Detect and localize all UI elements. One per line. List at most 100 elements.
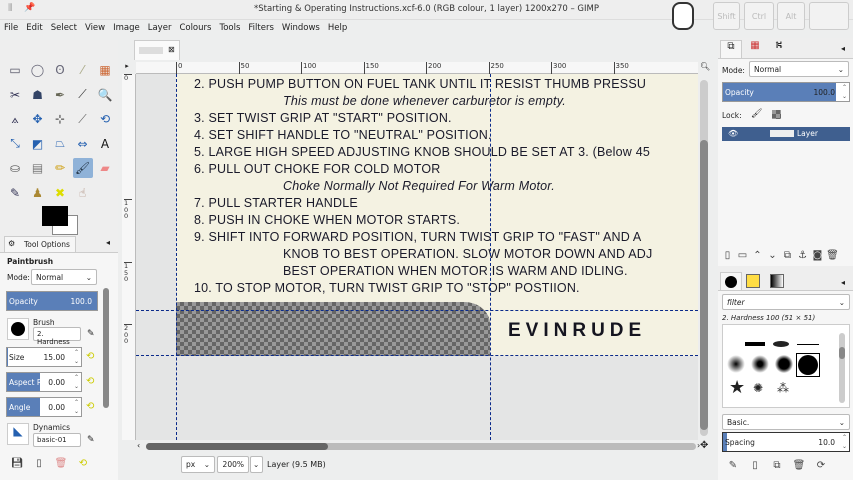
dynamics-icon[interactable]: ◣: [7, 423, 29, 445]
canvas[interactable]: 2. PUSH PUMP BUTTON ON FUEL TANK UNTIL I…: [136, 74, 698, 440]
shear-icon[interactable]: ◩: [28, 134, 48, 154]
fuzzy-select-icon[interactable]: ⁄: [73, 60, 93, 80]
unit-select[interactable]: px ⌄: [181, 456, 215, 473]
duplicate-brush-icon[interactable]: ⧉: [766, 460, 788, 471]
tab-brushes[interactable]: [720, 272, 742, 290]
mode-select[interactable]: Normal ⌄: [31, 269, 97, 285]
pencil-icon[interactable]: ✏: [50, 158, 70, 178]
brush-splatter[interactable]: ✺: [753, 381, 763, 395]
guide-vertical[interactable]: [176, 74, 177, 440]
reset-size-icon[interactable]: ⟲: [86, 351, 94, 362]
panel-menu-icon[interactable]: ◂: [841, 44, 845, 53]
size-slider[interactable]: Size 15.00 ⌃ ⌄: [6, 347, 82, 367]
brush-fuzzy-2[interactable]: [751, 355, 769, 373]
new-brush-icon[interactable]: ▯: [744, 460, 766, 471]
duplicate-layer-icon[interactable]: ⧉: [780, 250, 795, 261]
clone-icon[interactable]: ♟: [28, 183, 48, 203]
guide-horizontal[interactable]: [136, 355, 698, 356]
vertical-scrollbar[interactable]: [700, 80, 708, 436]
reset-angle-icon[interactable]: ⟲: [86, 401, 94, 412]
heal-icon[interactable]: ✖: [50, 183, 70, 203]
navigate-icon[interactable]: ✥: [700, 440, 708, 451]
lower-layer-icon[interactable]: ⌄: [765, 250, 780, 261]
lock-alpha-icon[interactable]: [772, 110, 781, 119]
brush-preview[interactable]: [7, 318, 29, 340]
color-picker-icon[interactable]: ⟋: [73, 85, 93, 105]
visibility-eye-icon[interactable]: 👁︎: [728, 129, 738, 138]
restore-icon[interactable]: ▯: [28, 458, 50, 469]
anchor-icon[interactable]: ⚓︎: [795, 250, 810, 261]
close-tab-icon[interactable]: ⊠: [168, 45, 175, 54]
vertical-scroll-thumb[interactable]: [700, 140, 708, 430]
menu-select[interactable]: Select: [47, 20, 81, 36]
gradient-icon[interactable]: ▤: [28, 158, 48, 178]
reset-aspect-icon[interactable]: ⟲: [86, 376, 94, 387]
guide-horizontal[interactable]: [136, 310, 698, 311]
raise-layer-icon[interactable]: ⌃: [750, 250, 765, 261]
move-icon[interactable]: ✥: [28, 109, 48, 129]
aspect-ratio-slider[interactable]: Aspect R... 0.00 ⌃ ⌄: [6, 372, 82, 392]
image-tab[interactable]: ⊠: [134, 40, 180, 60]
menu-colours[interactable]: Colours: [175, 20, 215, 36]
bucket-fill-icon[interactable]: ⛀: [5, 158, 25, 178]
quickmask-menu-icon[interactable]: ▸: [120, 62, 134, 74]
delete-icon[interactable]: 🗑︎: [50, 458, 72, 469]
delete-layer-icon[interactable]: 🗑︎: [825, 250, 840, 261]
brush-grid[interactable]: ★ ✺ ⁂: [722, 324, 850, 408]
tab-paths[interactable]: ⛕: [768, 40, 790, 58]
delete-brush-icon[interactable]: 🗑︎: [788, 460, 810, 471]
menu-view[interactable]: View: [81, 20, 109, 36]
menu-image[interactable]: Image: [109, 20, 144, 36]
tool-options-scrollbar[interactable]: [103, 288, 109, 408]
brush-hardness-100[interactable]: [796, 353, 820, 377]
scale-icon[interactable]: ⤡: [5, 134, 25, 154]
new-group-icon[interactable]: ▭: [735, 250, 750, 261]
zoom-input[interactable]: 200%: [217, 456, 249, 473]
free-select-icon[interactable]: ʘ: [50, 60, 70, 80]
menu-tools[interactable]: Tools: [215, 20, 244, 36]
horizontal-scrollbar[interactable]: [146, 443, 696, 450]
layer-row[interactable]: 👁︎ Layer: [722, 127, 850, 141]
brush-grid-scrollbar[interactable]: [839, 333, 845, 403]
layer-opacity-slider[interactable]: Opacity 100.0 ⌃ ⌄: [722, 82, 850, 102]
crop-icon[interactable]: ⟋: [73, 109, 93, 129]
ink-icon[interactable]: ✎: [5, 183, 25, 203]
spacing-slider[interactable]: Spacing 10.0 ⌃ ⌄: [722, 432, 850, 452]
lock-pixels-icon[interactable]: 🖌︎: [751, 109, 762, 119]
guide-vertical[interactable]: [490, 74, 491, 440]
horizontal-scroll-thumb[interactable]: [146, 443, 328, 450]
smudge-icon[interactable]: ☝: [73, 183, 93, 203]
perspective-icon[interactable]: ⏢: [50, 134, 70, 154]
brush-line[interactable]: [797, 344, 819, 345]
opacity-slider[interactable]: Opacity 100.0: [6, 291, 98, 311]
layer-mode-select[interactable]: Normal ⌄: [749, 61, 849, 77]
ellipse-select-icon[interactable]: ◯: [28, 60, 48, 80]
brush-fuzzy-3[interactable]: [775, 355, 793, 373]
panel-menu-icon[interactable]: ◂: [841, 278, 845, 287]
menu-file[interactable]: File: [0, 20, 22, 36]
rect-select-icon[interactable]: ▭: [5, 60, 25, 80]
menu-layer[interactable]: Layer: [144, 20, 176, 36]
zoom-fit-icon[interactable]: 🔍︎: [700, 62, 710, 71]
zoom-dropdown[interactable]: ⌄: [250, 456, 263, 473]
brush-fuzzy-1[interactable]: [727, 355, 745, 373]
brush-ellipse[interactable]: [773, 341, 789, 347]
scroll-left-icon[interactable]: ‹: [137, 441, 140, 450]
foreground-select-icon[interactable]: ☗: [28, 85, 48, 105]
align-icon[interactable]: ⊹: [50, 109, 70, 129]
menu-windows[interactable]: Windows: [278, 20, 324, 36]
text-icon[interactable]: A: [95, 134, 115, 154]
rotate-icon[interactable]: ⟲: [95, 109, 115, 129]
mask-icon[interactable]: ◙: [810, 250, 825, 261]
angle-slider[interactable]: Angle 0.00 ⌃ ⌄: [6, 397, 82, 417]
edit-brush-icon[interactable]: ✎: [87, 329, 95, 339]
eraser-icon[interactable]: ▰: [95, 158, 115, 178]
edit-brush-icon[interactable]: ✎: [722, 460, 744, 471]
tab-tool-options[interactable]: ⚙ Tool Options: [4, 236, 76, 252]
paintbrush-icon[interactable]: 🖌: [72, 158, 93, 178]
tab-patterns[interactable]: [746, 274, 760, 288]
edit-dynamics-icon[interactable]: ✎: [87, 435, 95, 445]
new-layer-icon[interactable]: ▯: [720, 250, 735, 261]
tab-channels[interactable]: ▦: [744, 40, 766, 58]
panel-menu-icon[interactable]: ◂: [106, 238, 110, 247]
